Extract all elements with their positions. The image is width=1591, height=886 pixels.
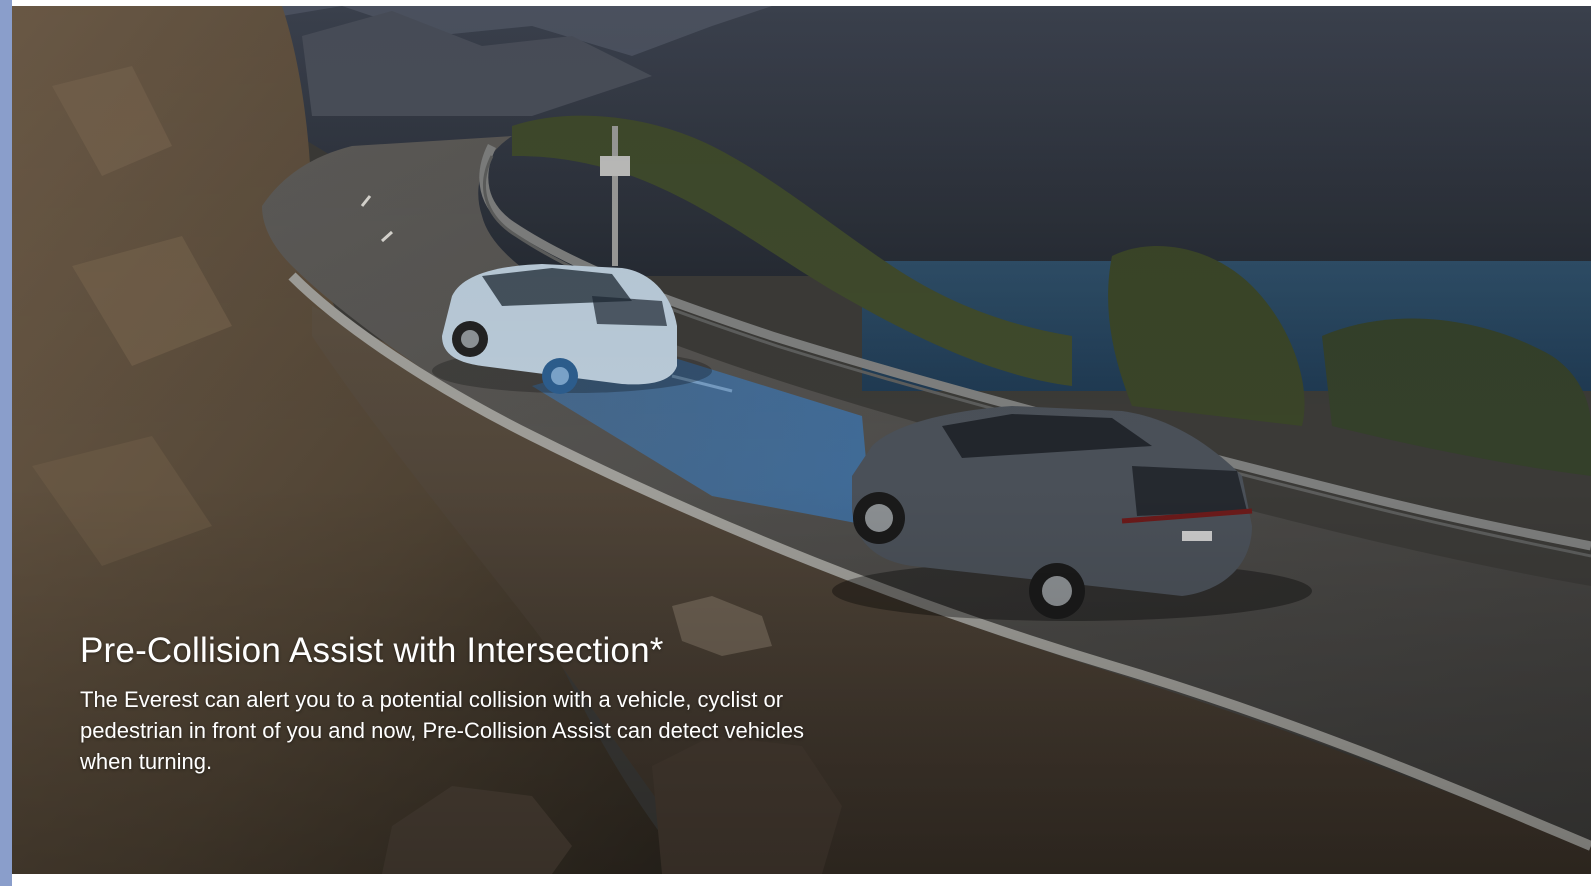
left-accent-bar — [0, 0, 12, 886]
feature-panel: Pre-Collision Assist with Intersection* … — [0, 0, 1591, 886]
feature-caption: Pre-Collision Assist with Intersection* … — [80, 630, 840, 777]
feature-title: Pre-Collision Assist with Intersection* — [80, 631, 664, 670]
feature-description: The Everest can alert you to a potential… — [80, 687, 804, 774]
